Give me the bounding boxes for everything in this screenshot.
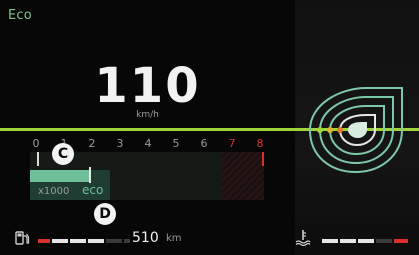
temp-gauge-segment — [322, 239, 338, 243]
rpm-tick-2: 2 — [88, 137, 96, 150]
instrument-cluster: Eco 110 km/h 0 1 2 3 4 5 6 7 8 x1000 eco… — [0, 0, 419, 255]
speed-unit: km/h — [136, 110, 159, 120]
callout-d: D — [94, 203, 116, 225]
rpm-tick-5: 5 — [172, 137, 180, 150]
rpm-end-marker — [262, 152, 264, 166]
fuel-pump-icon — [15, 231, 30, 245]
rpm-multiplier-label: x1000 — [38, 186, 70, 197]
eco-marker-amber — [327, 127, 333, 133]
coolant-temperature-icon — [295, 230, 311, 246]
speed-readout: 110 — [94, 58, 201, 114]
rpm-level-bar — [30, 170, 90, 182]
rpm-tick-4: 4 — [144, 137, 152, 150]
rpm-tick-0: 0 — [32, 137, 40, 150]
fuel-gauge-segment — [88, 239, 104, 243]
temp-gauge-segment — [358, 239, 374, 243]
temp-gauge-segment — [376, 239, 392, 243]
fuel-range-value: 510 — [132, 230, 159, 246]
rpm-start-marker — [37, 152, 39, 166]
rpm-tick-8: 8 — [256, 137, 264, 150]
callout-c: C — [52, 143, 74, 165]
rpm-tick-6: 6 — [200, 137, 208, 150]
fuel-gauge-segment — [70, 239, 86, 243]
fuel-gauge-segment — [124, 239, 130, 243]
drive-mode-label: Eco — [8, 8, 32, 23]
temp-gauge-segment — [394, 239, 408, 243]
rpm-tick-3: 3 — [116, 137, 124, 150]
temp-gauge-segment — [340, 239, 356, 243]
fuel-range-unit: km — [166, 233, 182, 244]
eco-marker-orange — [337, 127, 343, 133]
eco-marker-green — [317, 127, 323, 133]
eco-leaf-icon — [308, 87, 403, 174]
fuel-gauge-segment — [38, 239, 50, 243]
rpm-tick-7: 7 — [228, 137, 236, 150]
rpm-red-zone — [222, 152, 264, 200]
eco-zone-label: eco — [82, 183, 104, 197]
rpm-level-marker — [89, 167, 91, 183]
fuel-gauge-segment — [52, 239, 68, 243]
fuel-gauge-segment — [106, 239, 122, 243]
